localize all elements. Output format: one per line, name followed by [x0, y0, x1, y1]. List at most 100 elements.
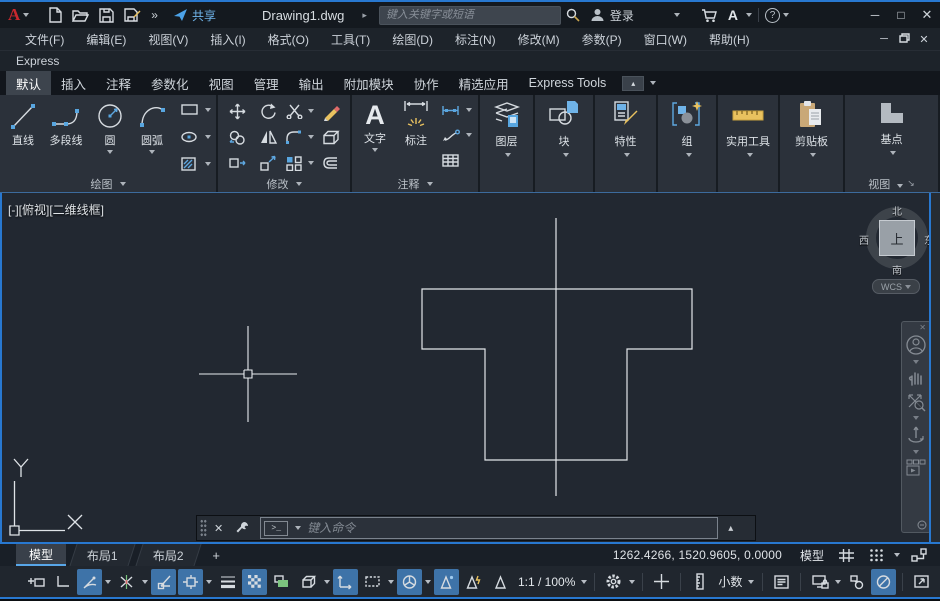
- copy-button[interactable]: [228, 129, 247, 146]
- linear-dim-dropdown-icon[interactable]: [466, 108, 472, 112]
- menu-dimension[interactable]: 标注(N): [444, 28, 507, 50]
- polar-tracking-icon[interactable]: [77, 569, 102, 595]
- graphics-performance-icon[interactable]: [871, 569, 896, 595]
- zoom-extents-icon[interactable]: [902, 390, 930, 414]
- groups-panel-expand-icon[interactable]: [686, 153, 692, 157]
- explode-button[interactable]: [321, 129, 340, 146]
- annotation-visibility-icon[interactable]: [434, 569, 459, 595]
- navigation-wheel-icon[interactable]: [902, 332, 930, 358]
- block-panel-expand-icon[interactable]: [563, 153, 569, 157]
- text-button[interactable]: A 文字: [357, 95, 393, 169]
- menu-help[interactable]: 帮助(H): [698, 28, 761, 50]
- signin-dropdown-icon[interactable]: [674, 13, 680, 17]
- zoom-dropdown-icon[interactable]: [902, 414, 930, 422]
- command-prompt-icon[interactable]: >_: [264, 521, 288, 536]
- t-shape-polyline[interactable]: [422, 289, 692, 460]
- help-icon[interactable]: ?: [765, 8, 780, 23]
- customization-icon[interactable]: [936, 569, 940, 595]
- utilities-panel[interactable]: 实用工具: [718, 95, 778, 192]
- annotation-scale-value[interactable]: 1:1 / 100%: [514, 575, 579, 589]
- tab-manage[interactable]: 管理: [244, 71, 289, 95]
- search-input[interactable]: [379, 6, 561, 25]
- doc-restore-button[interactable]: [894, 33, 914, 46]
- units-dropdown[interactable]: 小数: [714, 570, 756, 594]
- 3d-osnap-dropdown-icon[interactable]: [322, 580, 332, 584]
- workspace-switching-icon[interactable]: [601, 569, 626, 595]
- viewcube-north[interactable]: 北: [889, 203, 905, 218]
- tab-parametric[interactable]: 参数化: [141, 71, 199, 95]
- command-bar-wrench-icon[interactable]: [230, 520, 254, 536]
- text-dropdown-icon[interactable]: [372, 148, 378, 152]
- object-snap-tracking-icon[interactable]: [114, 569, 139, 595]
- hatch-button[interactable]: [180, 155, 211, 173]
- trim-dropdown-icon[interactable]: [308, 109, 314, 113]
- menu-tools[interactable]: 工具(T): [320, 28, 381, 50]
- properties-panel[interactable]: 特性: [595, 95, 656, 192]
- tab-home[interactable]: 默认: [6, 71, 51, 95]
- autocad-app-menu-icon[interactable]: A: [8, 5, 20, 25]
- menu-insert[interactable]: 插入(I): [199, 28, 256, 50]
- app-menu-dropdown-icon[interactable]: [23, 13, 29, 17]
- mirror-button[interactable]: [259, 129, 278, 145]
- model-space-toggle[interactable]: 模型: [794, 545, 830, 565]
- model-space-canvas[interactable]: [-][俯视][二维线框] 上 北 南 西 东 WCS ✕: [0, 192, 940, 542]
- isolate-objects-icon[interactable]: [844, 569, 869, 595]
- navwheel-dropdown-icon[interactable]: [902, 358, 930, 366]
- view-panel[interactable]: 基点 视图 ↘: [845, 95, 938, 192]
- command-input[interactable]: [307, 521, 717, 535]
- base-dropdown-icon[interactable]: [890, 151, 896, 155]
- autodesk-logo-icon[interactable]: A: [723, 3, 743, 27]
- clipboard-panel-expand-icon[interactable]: [810, 153, 816, 157]
- osnap-tracking-dropdown-icon[interactable]: [140, 580, 150, 584]
- arc-dropdown-icon[interactable]: [149, 150, 155, 154]
- snap-dropdown-icon[interactable]: [892, 553, 902, 557]
- cart-icon[interactable]: [696, 3, 723, 27]
- gizmo-dropdown-icon[interactable]: [423, 580, 433, 584]
- tab-model[interactable]: 模型: [16, 544, 66, 566]
- viewcube-west[interactable]: 西: [856, 232, 872, 247]
- more-tools-icon[interactable]: »: [146, 3, 163, 27]
- snap-mode-icon[interactable]: [863, 545, 890, 565]
- panel-launcher-icon[interactable]: ↘: [907, 178, 915, 189]
- clipboard-panel[interactable]: 剪贴板: [780, 95, 843, 192]
- arc-button[interactable]: 圆弧: [130, 95, 174, 173]
- new-file-icon[interactable]: [43, 3, 67, 27]
- menu-modify[interactable]: 修改(M): [507, 28, 571, 50]
- coordinates-readout[interactable]: 1262.4266, 1520.9605, 0.0000: [613, 548, 792, 562]
- menu-draw[interactable]: 绘图(D): [381, 28, 444, 50]
- ribbon-minimize-button[interactable]: ▴: [622, 71, 656, 95]
- grid-display-icon[interactable]: [832, 545, 861, 565]
- stretch-button[interactable]: [228, 155, 247, 171]
- wcs-dropdown[interactable]: WCS: [872, 279, 920, 294]
- offset-button[interactable]: [321, 155, 340, 171]
- tab-annotate[interactable]: 注释: [96, 71, 141, 95]
- ellipse-dropdown-icon[interactable]: [205, 135, 211, 139]
- dynamic-input-icon[interactable]: [23, 569, 48, 595]
- scale-button[interactable]: [259, 155, 278, 172]
- close-button[interactable]: ✕: [914, 7, 940, 23]
- lock-ui-icon[interactable]: [807, 569, 832, 595]
- user-icon[interactable]: [585, 3, 610, 27]
- rotate-button[interactable]: [259, 102, 278, 121]
- leader-button[interactable]: [441, 126, 472, 144]
- lock-ui-dropdown-icon[interactable]: [833, 580, 843, 584]
- viewcube-top-face[interactable]: 上: [879, 220, 915, 256]
- hatch-dropdown-icon[interactable]: [205, 162, 211, 166]
- command-bar-close-icon[interactable]: ✕: [207, 522, 230, 535]
- doc-minimize-button[interactable]: ─: [874, 33, 894, 46]
- command-prompt-dropdown-icon[interactable]: [295, 526, 301, 530]
- menu-parametric[interactable]: 参数(P): [571, 28, 633, 50]
- osnap-settings-dropdown-icon[interactable]: [204, 580, 214, 584]
- viewport-controls[interactable]: [-][俯视][二维线框]: [8, 201, 104, 218]
- tab-view[interactable]: 视图: [199, 71, 244, 95]
- properties-panel-expand-icon[interactable]: [624, 153, 630, 157]
- array-dropdown-icon[interactable]: [308, 161, 314, 165]
- annotation-scale-icon[interactable]: [488, 569, 513, 595]
- selection-cycling-icon[interactable]: [269, 569, 294, 595]
- annotation-monitor-icon[interactable]: [649, 569, 674, 595]
- fillet-button[interactable]: [285, 129, 314, 145]
- leader-dropdown-icon[interactable]: [466, 133, 472, 137]
- rectangle-button[interactable]: [180, 101, 211, 119]
- command-bar-drag-grip[interactable]: [200, 519, 207, 537]
- utilities-panel-expand-icon[interactable]: [747, 153, 753, 157]
